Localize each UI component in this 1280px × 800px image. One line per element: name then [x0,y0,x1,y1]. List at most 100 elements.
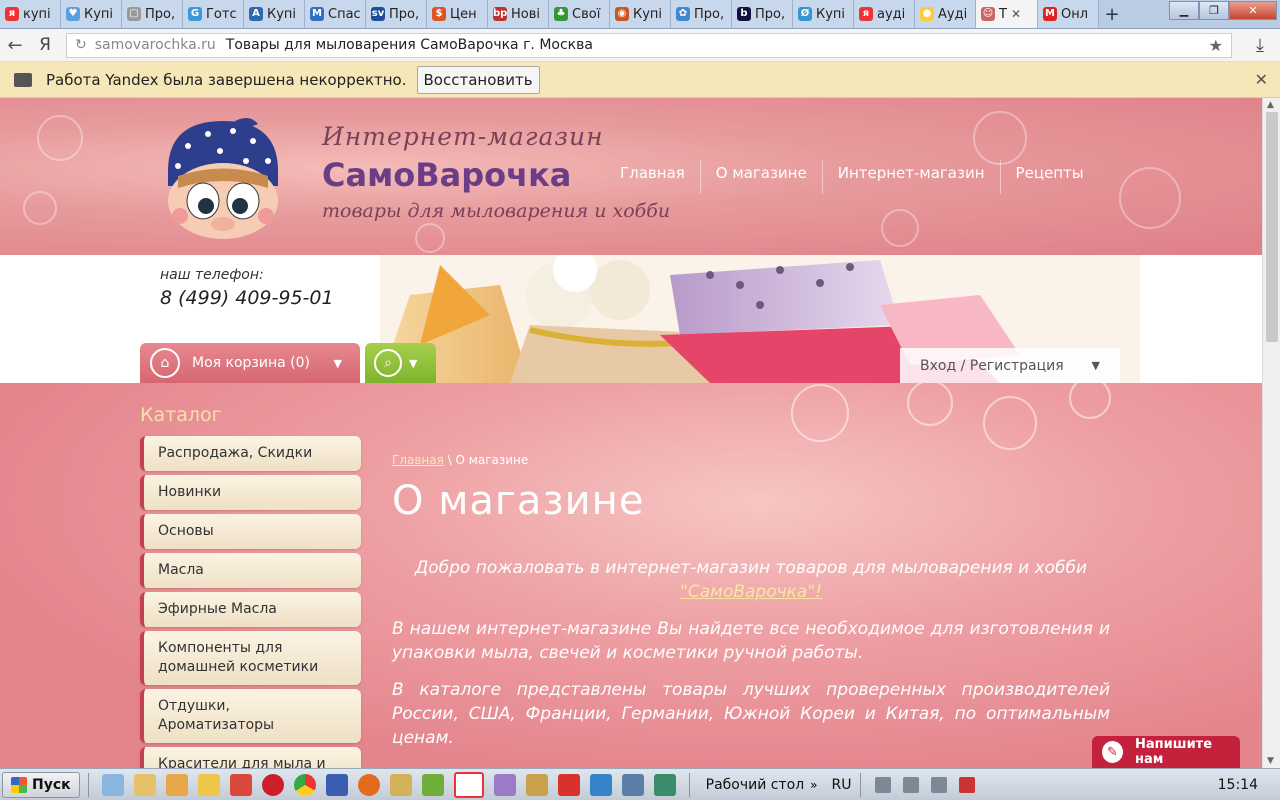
bookmark-star-icon[interactable]: ★ [1209,36,1223,55]
show-desktop-icon[interactable] [101,773,124,796]
desktop-toolbar-label[interactable]: Рабочий стол [706,777,805,793]
cart-button[interactable]: ⌂ Моя корзина (0) ▼ [140,343,360,383]
volume-muted-icon[interactable] [958,776,975,793]
catalog-item[interactable]: Красители для мыла и [140,747,361,768]
tab-close-icon[interactable]: ✕ [1011,7,1021,21]
breadcrumb-current: О магазине [455,453,529,467]
browser-tab[interactable]: $ Цен [427,0,488,28]
browser-tab[interactable]: M Онл [1038,0,1099,28]
phone-label: наш телефон: [160,267,264,283]
restore-button[interactable]: Восстановить [416,65,540,94]
map-icon[interactable] [653,773,676,796]
url-input[interactable]: ↻ samovarochka.ru Товары для мыловарения… [66,32,1232,58]
browser-tab[interactable]: ✿ Про, [671,0,732,28]
login-dropdown[interactable]: Вход / Регистрация ▼ [900,348,1120,383]
browser-tab[interactable]: bp Нові [488,0,549,28]
close-window-button[interactable]: ✕ [1229,1,1277,20]
notes-icon[interactable] [389,773,412,796]
mascot-logo-icon[interactable] [158,116,288,241]
signal-icon[interactable] [930,776,947,793]
chrome-icon[interactable] [293,773,316,796]
catalog-item[interactable]: Основы [140,514,361,549]
calendar-icon[interactable] [525,773,548,796]
chat-button[interactable]: ✎ Напишите нам [1092,736,1240,768]
sync-icon[interactable] [229,773,252,796]
logo-name[interactable]: СамоВарочка [322,156,571,194]
search-button[interactable]: ⌕ ▼ [365,343,436,383]
browser-tab[interactable]: ♥ Купі [61,0,122,28]
scroll-up-arrow-icon[interactable]: ▲ [1267,100,1274,110]
opera-icon[interactable] [261,773,284,796]
tab-favicon-icon: ▢ [127,7,141,21]
catalog-item[interactable]: Отдушки, Ароматизаторы [140,689,361,743]
folder-icon[interactable] [165,773,188,796]
catalog-item[interactable]: Компоненты для домашней косметики [140,631,361,685]
scroll-down-arrow-icon[interactable]: ▼ [1267,756,1274,766]
download-icon[interactable]: ⤓ [1240,35,1280,56]
network-icon[interactable] [902,776,919,793]
browser-tab[interactable]: я ауді [854,0,915,28]
address-bar: ← Я ↻ samovarochka.ru Товары для мыловар… [0,29,1280,62]
site-header: Интернет-магазин СамоВарочка товары для … [0,98,1262,255]
chevron-down-icon: ▼ [409,356,418,370]
save-icon[interactable] [325,773,348,796]
browser-tab[interactable]: ● Ауді [915,0,976,28]
main-nav: Главная О магазине Интернет-магазин Рецепты [605,160,1099,194]
infobar-message: Работа Yandex была завершена некорректно… [46,70,407,89]
tab-favicon-icon: bp [493,7,508,21]
media-icon[interactable] [621,773,644,796]
logo-tagline-top: Интернет-магазин [322,122,604,151]
browser-tab[interactable]: ☺ Т ✕ [976,0,1038,28]
mail-icon[interactable] [197,773,220,796]
nav-link[interactable]: Главная [605,160,700,194]
page-title: О магазине [392,478,645,524]
browser-tab[interactable]: ▢ Про, [122,0,183,28]
browser-tab[interactable]: A Купі [244,0,305,28]
app-icon[interactable] [493,773,516,796]
browser-tab[interactable]: sv Про, [366,0,427,28]
pdf-icon[interactable] [557,773,580,796]
nav-link[interactable]: Интернет-магазин [821,160,1000,194]
browser-tab[interactable]: M Спас [305,0,366,28]
chevron-right-icon[interactable]: » [810,778,817,792]
catalog-item[interactable]: Масла [140,553,361,588]
nav-link[interactable]: О магазине [699,160,822,194]
clock[interactable]: 15:14 [1218,777,1258,793]
tab-label: Ауді [938,6,968,22]
page-scrollbar[interactable]: ▲ ▼ [1262,98,1280,768]
minimize-button[interactable]: ▁ [1169,1,1199,20]
tab-label: Купі [816,6,846,22]
catalog-item[interactable]: Эфирные Масла [140,592,361,627]
firefox-icon[interactable] [357,773,380,796]
chat-label: Напишите нам [1135,737,1213,767]
browser-tab[interactable]: ♣ Свої [549,0,610,28]
browser-tab[interactable]: ◉ Купі [610,0,671,28]
breadcrumb-home-link[interactable]: Главная [392,453,444,467]
browser-tab[interactable]: я купі [0,0,61,28]
yandex-logo-icon[interactable]: Я [30,35,60,55]
new-tab-button[interactable]: + [1099,0,1125,28]
tab-label: Свої [572,6,601,22]
catalog-item[interactable]: Новинки [140,475,361,510]
infobar-close-icon[interactable]: ✕ [1255,70,1268,89]
start-button[interactable]: Пуск [2,771,80,798]
tray-arrow-icon[interactable] [874,776,891,793]
explorer-icon[interactable] [133,773,156,796]
restore-button[interactable]: ❐ [1199,1,1229,20]
yandex-browser-icon[interactable] [453,771,484,798]
language-indicator[interactable]: RU [832,777,852,793]
back-arrow-icon[interactable]: ← [0,35,30,56]
reload-icon[interactable]: ↻ [75,37,87,53]
tab-favicon-icon: G [188,7,202,21]
catalog-item[interactable]: Распродажа, Скидки [140,436,361,471]
browser-tab[interactable]: G Готс [183,0,244,28]
tab-label: купі [23,6,51,22]
browser-icon[interactable] [589,773,612,796]
shop-name-link[interactable]: "СамоВарочка"! [680,582,822,602]
scrollbar-thumb[interactable] [1266,112,1278,342]
spreadsheet-icon[interactable] [421,773,444,796]
browser-tab[interactable]: b Про, [732,0,793,28]
browser-tab[interactable]: Ø Купі [793,0,854,28]
nav-link[interactable]: Рецепты [999,160,1099,194]
taskbar-separator [688,772,690,797]
